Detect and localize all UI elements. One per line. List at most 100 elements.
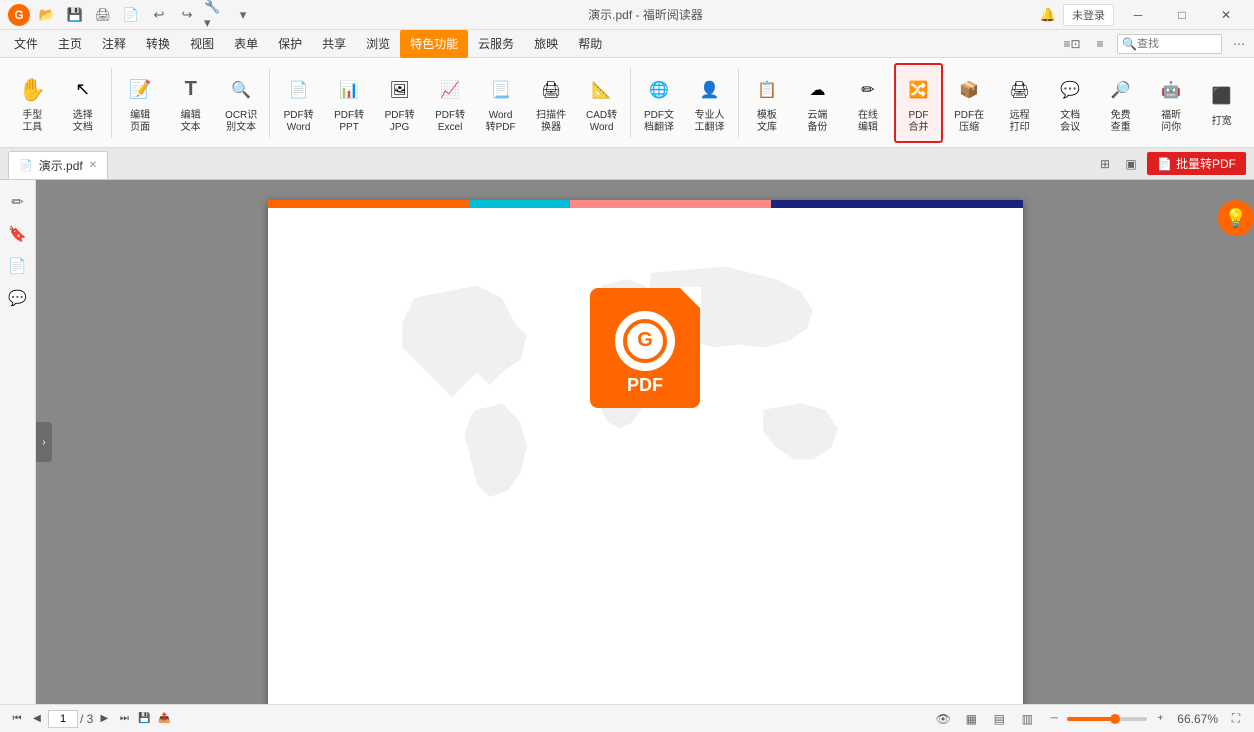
prev-page-button[interactable]: ◀ bbox=[28, 710, 46, 728]
select-tool-label: 选择文档 bbox=[73, 110, 93, 134]
scan-button[interactable]: 🖨 扫描件换器 bbox=[527, 63, 576, 143]
ai-assistant-button[interactable]: 🤖 福昕问你 bbox=[1147, 63, 1196, 143]
batch-convert-label: 批量转PDF bbox=[1176, 155, 1236, 172]
sep2 bbox=[269, 68, 270, 138]
customize-icon[interactable]: ▾ bbox=[232, 4, 254, 26]
zoom-slider[interactable] bbox=[1067, 717, 1147, 721]
pdf-content: G PDF 福昕PDF阅读器 bbox=[268, 208, 1023, 704]
close-button[interactable]: ✕ bbox=[1206, 0, 1246, 30]
template-button[interactable]: 📋 模板文库 bbox=[743, 63, 792, 143]
menu-view[interactable]: 视图 bbox=[180, 30, 224, 58]
print-wide-label: 打宽 bbox=[1212, 116, 1232, 128]
tools-dropdown-icon[interactable]: 🔧▾ bbox=[204, 4, 226, 26]
share-page-icon[interactable]: 📤 bbox=[155, 710, 173, 728]
cloud-backup-button[interactable]: ☁ 云端备份 bbox=[793, 63, 842, 143]
new-doc-icon[interactable]: 📄 bbox=[120, 4, 142, 26]
pdf-to-word-button[interactable]: 📄 PDF转Word bbox=[274, 63, 323, 143]
print-icon[interactable]: 🖨 bbox=[92, 4, 114, 26]
ocr-label: OCR识别文本 bbox=[225, 110, 257, 134]
edit-page-label: 编辑页面 bbox=[130, 110, 150, 134]
redo-icon[interactable]: ↪ bbox=[176, 4, 198, 26]
pdf-to-jpg-label: PDF转JPG bbox=[385, 110, 415, 134]
pdf-to-jpg-icon: 🖼 bbox=[382, 72, 418, 108]
settings-icon[interactable]: ≡⊡ bbox=[1061, 33, 1083, 55]
cad-to-word-button[interactable]: 📐 CAD转Word bbox=[577, 63, 626, 143]
last-page-button[interactable]: ⏭ bbox=[115, 710, 133, 728]
open-file-icon[interactable]: 📂 bbox=[36, 4, 58, 26]
sidebar-annotate-button[interactable]: ✏ bbox=[4, 188, 32, 216]
select-tool-button[interactable]: ↖ 选择文档 bbox=[59, 63, 108, 143]
single-view-button[interactable]: ▣ bbox=[1121, 154, 1141, 174]
tab-close-button[interactable]: ✕ bbox=[89, 160, 97, 171]
check-duplicate-button[interactable]: 🔎 免费查重 bbox=[1096, 63, 1145, 143]
light-bulb-button[interactable]: 💡 bbox=[1218, 200, 1254, 236]
batch-convert-button[interactable]: 📄 批量转PDF bbox=[1147, 152, 1246, 175]
menu-share[interactable]: 共享 bbox=[312, 30, 356, 58]
login-button[interactable]: 未登录 bbox=[1063, 4, 1114, 26]
pdf-logo-inner-circle: G bbox=[615, 311, 675, 371]
minimize-button[interactable]: ─ bbox=[1118, 0, 1158, 30]
pdf-translate-icon: 🌐 bbox=[641, 72, 677, 108]
save-icon[interactable]: 💾 bbox=[64, 4, 86, 26]
menu-features[interactable]: 特色功能 bbox=[400, 30, 468, 58]
status-view-btn-1[interactable]: ▦ bbox=[961, 709, 981, 729]
doc-meeting-button[interactable]: 💬 文档会议 bbox=[1046, 63, 1095, 143]
menu-protect[interactable]: 保护 bbox=[268, 30, 312, 58]
notify-icon[interactable]: 🔔 bbox=[1037, 4, 1059, 26]
pdf-merge-button[interactable]: 🔀 PDF合并 bbox=[894, 63, 943, 143]
fullscreen-button[interactable]: ⛶ bbox=[1226, 709, 1246, 729]
menu-file[interactable]: 文件 bbox=[4, 30, 48, 58]
sidebar-bookmark-button[interactable]: 🔖 bbox=[4, 220, 32, 248]
pdf-to-jpg-button[interactable]: 🖼 PDF转JPG bbox=[375, 63, 424, 143]
pdf-to-ppt-icon: 📊 bbox=[331, 72, 367, 108]
menu-browse[interactable]: 浏览 bbox=[356, 30, 400, 58]
edit-text-button[interactable]: T 编辑文本 bbox=[166, 63, 215, 143]
word-to-pdf-button[interactable]: 📃 Word转PDF bbox=[476, 63, 525, 143]
menu-annotate[interactable]: 注释 bbox=[92, 30, 136, 58]
pdf-to-excel-button[interactable]: 📈 PDF转Excel bbox=[426, 63, 475, 143]
menu-play[interactable]: 旅映 bbox=[524, 30, 568, 58]
print-wide-button[interactable]: ⬛ 打宽 bbox=[1197, 63, 1246, 143]
pdf-to-word-label: PDF转Word bbox=[284, 110, 314, 134]
pdf-compress-button[interactable]: 📦 PDF在压缩 bbox=[945, 63, 994, 143]
maximize-button[interactable]: □ bbox=[1162, 0, 1202, 30]
save-page-icon[interactable]: 💾 bbox=[135, 710, 153, 728]
remote-print-button[interactable]: 🖨 远程打印 bbox=[995, 63, 1044, 143]
word-to-pdf-label: Word转PDF bbox=[486, 110, 516, 134]
pdf-translate-button[interactable]: 🌐 PDF文档翻译 bbox=[635, 63, 684, 143]
undo-icon[interactable]: ↩ bbox=[148, 4, 170, 26]
menu-cloud[interactable]: 云服务 bbox=[468, 30, 524, 58]
current-page-input[interactable] bbox=[48, 710, 78, 728]
zoom-in-button[interactable]: + bbox=[1151, 710, 1169, 728]
menu-convert[interactable]: 转换 bbox=[136, 30, 180, 58]
ocr-button[interactable]: 🔍 OCR识别文本 bbox=[217, 63, 266, 143]
pdf-merge-icon: 🔀 bbox=[901, 72, 937, 108]
search-input[interactable] bbox=[1137, 38, 1217, 50]
menu-form[interactable]: 表单 bbox=[224, 30, 268, 58]
status-view-btn-3[interactable]: ▥ bbox=[1017, 709, 1037, 729]
menu-help[interactable]: 帮助 bbox=[568, 30, 612, 58]
first-page-button[interactable]: ⏮ bbox=[8, 710, 26, 728]
menu-settings-btn[interactable]: ≡ bbox=[1089, 33, 1111, 55]
zoom-eye-button[interactable]: 👁 bbox=[933, 709, 953, 729]
sidebar-toggle-button[interactable]: › bbox=[36, 422, 52, 462]
pdf-to-ppt-button[interactable]: 📊 PDF转PPT bbox=[325, 63, 374, 143]
top-bar-pink bbox=[570, 200, 771, 208]
hand-tool-button[interactable]: ✋ 手型工具 bbox=[8, 63, 57, 143]
more-options-icon[interactable]: ⋯ bbox=[1228, 33, 1250, 55]
sidebar-comment-button[interactable]: 💬 bbox=[4, 284, 32, 312]
select-icon: ↖ bbox=[65, 72, 101, 108]
sidebar-pages-button[interactable]: 📄 bbox=[4, 252, 32, 280]
pro-translate-button[interactable]: 👤 专业人工翻译 bbox=[685, 63, 734, 143]
grid-view-button[interactable]: ⊞ bbox=[1095, 154, 1115, 174]
menu-home[interactable]: 主页 bbox=[48, 30, 92, 58]
online-edit-button[interactable]: ✏ 在线编辑 bbox=[844, 63, 893, 143]
zoom-out-button[interactable]: ─ bbox=[1045, 710, 1063, 728]
pdf-tab[interactable]: 📄 演示.pdf ✕ bbox=[8, 151, 108, 179]
edit-page-button[interactable]: 📝 编辑页面 bbox=[116, 63, 165, 143]
pdf-compress-label: PDF在压缩 bbox=[954, 110, 984, 134]
status-view-btn-2[interactable]: ▤ bbox=[989, 709, 1009, 729]
next-page-button[interactable]: ▶ bbox=[95, 710, 113, 728]
search-box[interactable]: 🔍 bbox=[1117, 34, 1222, 54]
floating-buttons: 💡 bbox=[1218, 200, 1254, 236]
